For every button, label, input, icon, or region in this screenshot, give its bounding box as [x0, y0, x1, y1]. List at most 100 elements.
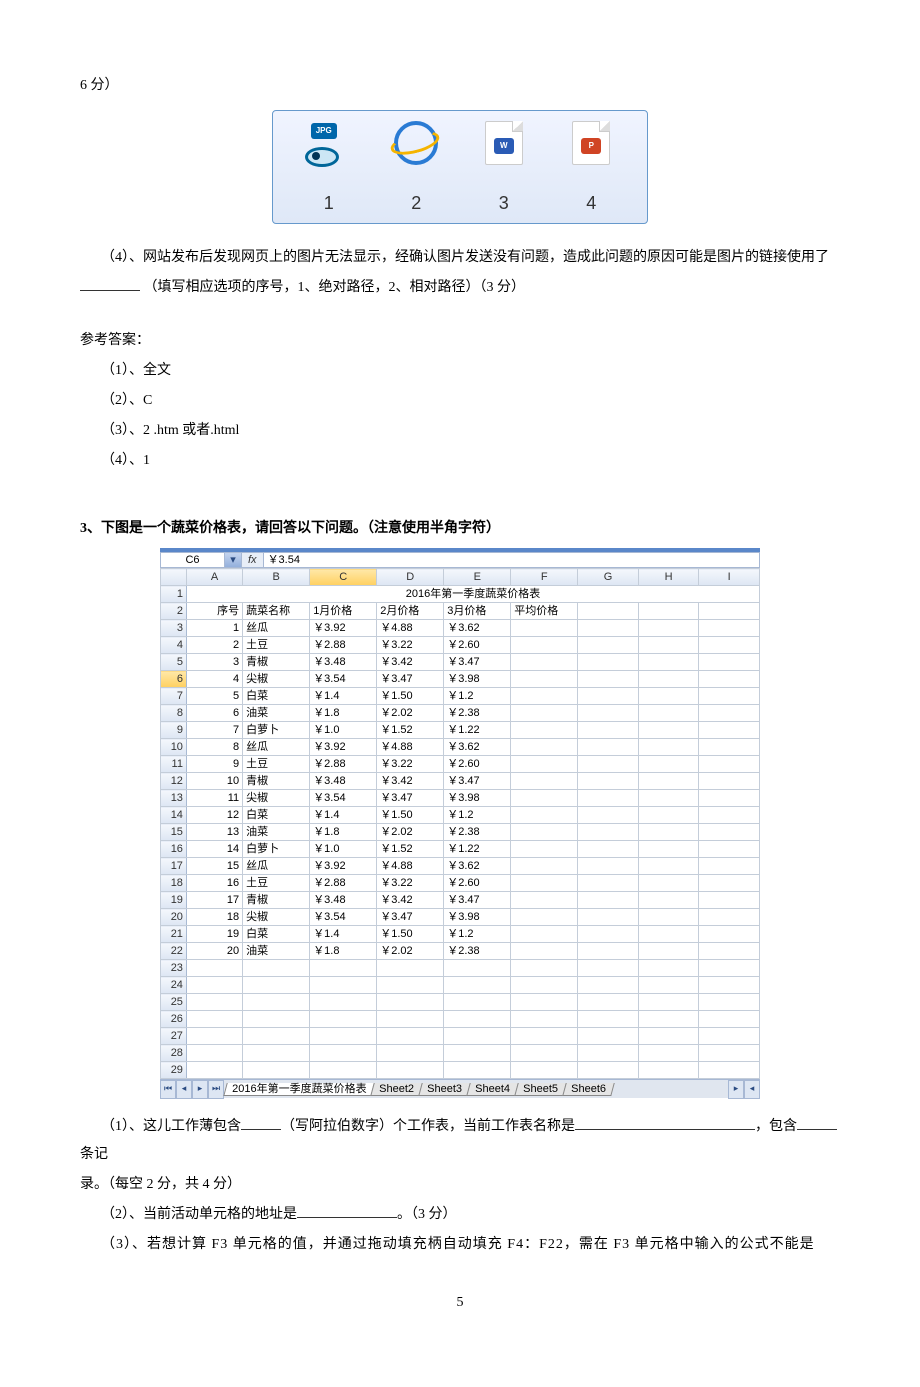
cell[interactable]: ￥3.42: [377, 773, 444, 790]
cell[interactable]: ￥1.52: [377, 722, 444, 739]
cell[interactable]: ￥2.02: [377, 824, 444, 841]
cell[interactable]: [578, 671, 639, 688]
cell[interactable]: ￥4.88: [377, 620, 444, 637]
cell[interactable]: ￥3.92: [310, 858, 377, 875]
col-header-E[interactable]: E: [444, 569, 511, 586]
cell[interactable]: [310, 1011, 377, 1028]
cell[interactable]: [638, 858, 699, 875]
row-header-5[interactable]: 5: [161, 654, 187, 671]
cell[interactable]: [578, 705, 639, 722]
cell[interactable]: [638, 620, 699, 637]
row-header-10[interactable]: 10: [161, 739, 187, 756]
cell[interactable]: 蔬菜名称: [243, 603, 310, 620]
cell[interactable]: 1: [186, 620, 242, 637]
cell[interactable]: [243, 994, 310, 1011]
cell[interactable]: ￥1.4: [310, 807, 377, 824]
cell[interactable]: [638, 603, 699, 620]
cell[interactable]: ￥2.88: [310, 875, 377, 892]
cell[interactable]: [511, 654, 578, 671]
cell[interactable]: ￥3.47: [444, 773, 511, 790]
cell[interactable]: [699, 603, 760, 620]
cell[interactable]: [310, 1045, 377, 1062]
row-header-14[interactable]: 14: [161, 807, 187, 824]
cell[interactable]: [511, 909, 578, 926]
cell[interactable]: [699, 977, 760, 994]
cell[interactable]: [578, 1062, 639, 1079]
cell[interactable]: ￥3.47: [377, 909, 444, 926]
cell[interactable]: [699, 841, 760, 858]
cell[interactable]: [578, 1045, 639, 1062]
cell[interactable]: [578, 654, 639, 671]
col-header-I[interactable]: I: [699, 569, 760, 586]
cell[interactable]: [243, 977, 310, 994]
cell[interactable]: [638, 943, 699, 960]
cell[interactable]: 15: [186, 858, 242, 875]
cell[interactable]: ￥3.62: [444, 620, 511, 637]
cell[interactable]: 6: [186, 705, 242, 722]
row-header-8[interactable]: 8: [161, 705, 187, 722]
name-box[interactable]: C6: [161, 553, 225, 567]
cell[interactable]: 白菜: [243, 926, 310, 943]
cell[interactable]: 白萝卜: [243, 841, 310, 858]
cell[interactable]: ￥1.22: [444, 841, 511, 858]
cell[interactable]: ￥3.47: [444, 654, 511, 671]
cell[interactable]: ￥1.22: [444, 722, 511, 739]
cell[interactable]: [699, 909, 760, 926]
cell[interactable]: [310, 1028, 377, 1045]
cell[interactable]: [578, 603, 639, 620]
cell[interactable]: [511, 960, 578, 977]
cell[interactable]: ￥3.92: [310, 620, 377, 637]
cell[interactable]: [699, 1062, 760, 1079]
cell[interactable]: [186, 1011, 242, 1028]
row-header-22[interactable]: 22: [161, 943, 187, 960]
cell[interactable]: [638, 722, 699, 739]
cell[interactable]: 油菜: [243, 824, 310, 841]
cell[interactable]: [699, 773, 760, 790]
cell[interactable]: [578, 1011, 639, 1028]
cell[interactable]: [444, 1028, 511, 1045]
cell[interactable]: [186, 960, 242, 977]
row-header-13[interactable]: 13: [161, 790, 187, 807]
cell[interactable]: ￥1.0: [310, 722, 377, 739]
tab-nav-next[interactable]: ▸: [192, 1080, 208, 1099]
cell[interactable]: [511, 1011, 578, 1028]
row-header-12[interactable]: 12: [161, 773, 187, 790]
cell[interactable]: ￥1.2: [444, 807, 511, 824]
cell[interactable]: ￥3.48: [310, 773, 377, 790]
col-header-B[interactable]: B: [243, 569, 310, 586]
cell[interactable]: [444, 960, 511, 977]
cell[interactable]: ￥1.50: [377, 807, 444, 824]
cell[interactable]: [638, 688, 699, 705]
cell[interactable]: 丝瓜: [243, 858, 310, 875]
row-header-2[interactable]: 2: [161, 603, 187, 620]
cell[interactable]: ￥1.2: [444, 926, 511, 943]
cell[interactable]: ￥2.02: [377, 705, 444, 722]
cell[interactable]: [638, 654, 699, 671]
cell[interactable]: [638, 824, 699, 841]
cell[interactable]: [186, 994, 242, 1011]
cell[interactable]: [638, 807, 699, 824]
cell[interactable]: [638, 1045, 699, 1062]
cell[interactable]: 1月价格: [310, 603, 377, 620]
cell[interactable]: [511, 1028, 578, 1045]
cell[interactable]: 平均价格: [511, 603, 578, 620]
cell[interactable]: 7: [186, 722, 242, 739]
tab-nav-first[interactable]: ⏮: [160, 1080, 176, 1099]
row-header-16[interactable]: 16: [161, 841, 187, 858]
cell[interactable]: 油菜: [243, 705, 310, 722]
cell[interactable]: [699, 654, 760, 671]
row-header-18[interactable]: 18: [161, 875, 187, 892]
cell[interactable]: 土豆: [243, 875, 310, 892]
sheet-tab-6[interactable]: Sheet6: [562, 1083, 614, 1096]
cell[interactable]: [578, 637, 639, 654]
cell[interactable]: [310, 994, 377, 1011]
cell[interactable]: ￥3.62: [444, 858, 511, 875]
cell[interactable]: ￥1.4: [310, 926, 377, 943]
cell[interactable]: 4: [186, 671, 242, 688]
cell[interactable]: [638, 909, 699, 926]
cell[interactable]: [578, 892, 639, 909]
cell[interactable]: [699, 824, 760, 841]
cell[interactable]: [578, 739, 639, 756]
cell[interactable]: [511, 756, 578, 773]
cell[interactable]: 18: [186, 909, 242, 926]
